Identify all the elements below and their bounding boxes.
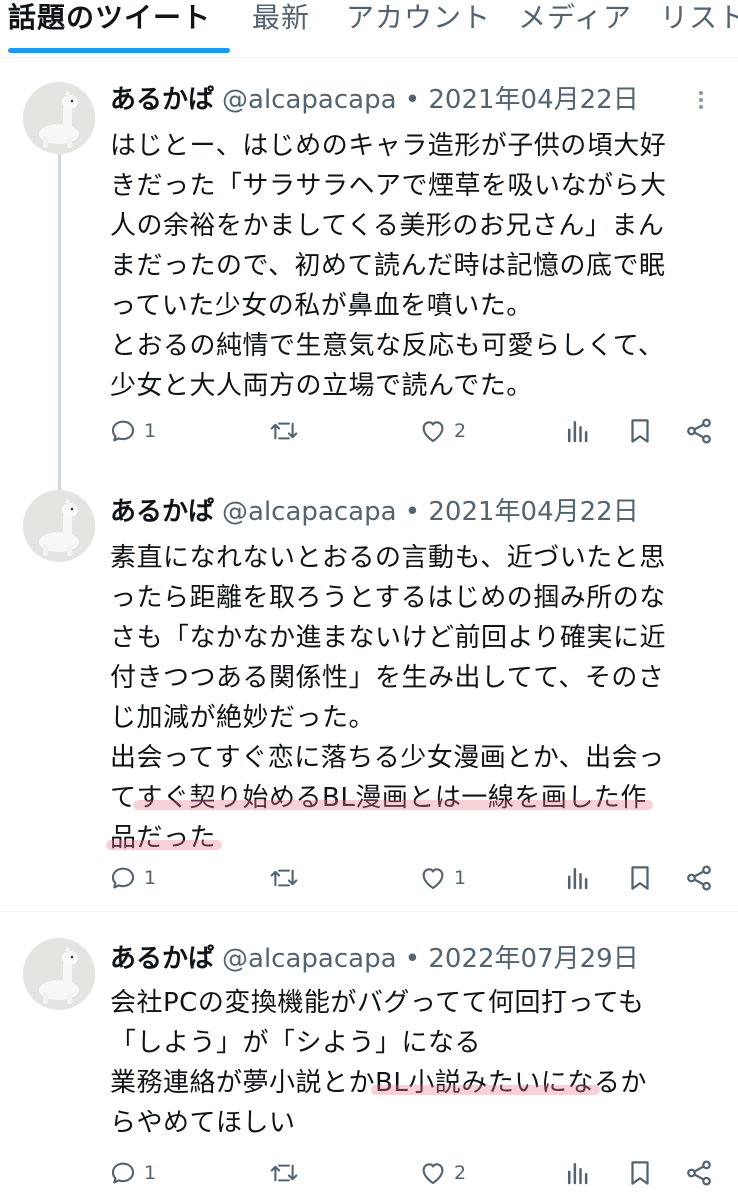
alpaca-avatar-image (23, 82, 95, 154)
like-count: 2 (454, 1162, 467, 1184)
views-button[interactable] (563, 415, 593, 447)
text-segment: るか (593, 1068, 647, 1098)
text-line: じ加減が絶妙だった。 (110, 703, 376, 733)
tweet-text: はじとー、はじめのキャラ造形が子供の頃大好 きだった「サラサラヘアで煙草を吸いな… (110, 126, 720, 406)
like-button[interactable]: 1 (418, 862, 466, 894)
text-line: さも「なかなか進まないけど前回より確実に近 (110, 623, 666, 653)
avatar[interactable] (23, 490, 95, 562)
retweet-button[interactable] (268, 415, 306, 447)
share-icon (687, 418, 711, 444)
heart-icon (422, 868, 444, 890)
share-icon (687, 865, 711, 891)
text-segment: 業務連絡が夢小説とか (110, 1068, 376, 1098)
tweet-header: あるかぱ @alcapacapa • 2021年04月22日 (110, 82, 639, 118)
text-line: とおるの純情で生意気な反応も可愛らしくて、 (110, 331, 665, 361)
tweet-text: 素直になれないとおるの言動も、近づいたと思 ったら距離を取ろうとするはじめの掴み… (110, 538, 720, 858)
text-line: 品だった (110, 818, 720, 858)
reply-count: 1 (144, 867, 157, 889)
more-icon[interactable] (694, 88, 708, 114)
reply-button[interactable]: 1 (108, 1157, 156, 1189)
reply-count: 1 (144, 420, 157, 442)
highlighted-text: 品だった (110, 823, 217, 853)
text-line: はじとー、はじめのキャラ造形が子供の頃大好 (110, 131, 667, 161)
share-button[interactable] (684, 415, 714, 447)
reply-count: 1 (144, 1162, 157, 1184)
text-line: 素直になれないとおるの言動も、近づいたと思 (110, 543, 666, 573)
text-line: きだった「サラサラヘアで煙草を吸いながら大 (110, 171, 667, 201)
heart-icon (422, 1163, 444, 1185)
heart-icon (422, 421, 444, 443)
tweet[interactable]: あるかぱ @alcapacapa • 2022年07月29日 会社PCの変換機能が… (0, 913, 738, 1200)
text-segment: て (110, 783, 137, 813)
like-count: 2 (454, 420, 467, 442)
text-line: まだったので、初めて読んだ時は記憶の底で眠 (110, 251, 666, 281)
bookmark-icon (631, 1161, 649, 1185)
text-line: 人の余裕をかましてくる美形のお兄さん」まん (110, 211, 665, 241)
highlighted-text: すぐ契り始めるBL漫画とは一線を画した作 (136, 783, 647, 813)
tab-media[interactable]: メディア (518, 0, 632, 38)
tweet-actions: 1 2 (108, 415, 718, 447)
handle-date[interactable]: @alcapacapa • 2021年04月22日 (222, 85, 639, 115)
share-icon (687, 1160, 711, 1186)
bookmark-icon (631, 866, 649, 890)
views-button[interactable] (563, 1157, 593, 1189)
tab-top[interactable]: 話題のツイート (8, 0, 211, 38)
display-name[interactable]: あるかぱ (110, 944, 214, 974)
handle-date[interactable]: @alcapacapa • 2021年04月22日 (222, 497, 639, 527)
text-line: てすぐ契り始めるBL漫画とは一線を画した作 (110, 778, 720, 818)
like-count: 1 (454, 867, 467, 889)
tweet[interactable]: あるかぱ @alcapacapa • 2021年04月22日 素直になれないとおる… (0, 470, 738, 912)
reply-button[interactable]: 1 (108, 862, 156, 894)
alpaca-avatar-image (23, 938, 95, 1010)
text-line: 業務連絡が夢小説とかBL小説みたいになるか (110, 1063, 720, 1103)
text-line: っていた少女の私が鼻血を噴いた。 (110, 291, 533, 321)
text-line: らやめてほしい (110, 1108, 296, 1138)
reply-button[interactable]: 1 (108, 415, 156, 447)
avatar[interactable] (23, 938, 95, 1010)
views-icon (568, 421, 588, 443)
tweet-text: 会社PCの変換機能がバグってて何回打っても 「しよう」が「シよう」になる 業務連… (110, 983, 720, 1143)
tab-latest[interactable]: 最新 (252, 0, 310, 38)
retweet-button[interactable] (268, 1157, 306, 1189)
text-line: ったら距離を取ろうとするはじめの掴み所のな (110, 583, 666, 613)
retweet-icon (270, 422, 298, 440)
tweet-header: あるかぱ @alcapacapa • 2022年07月29日 (110, 941, 639, 977)
text-line: 会社PCの変換機能がバグってて何回打っても (110, 988, 645, 1018)
reply-icon (111, 1162, 135, 1184)
text-line: 「しよう」が「シよう」になる (110, 1028, 482, 1058)
retweet-icon (270, 1164, 298, 1182)
like-button[interactable]: 2 (418, 1157, 466, 1189)
tab-accounts[interactable]: アカウント (346, 0, 491, 38)
bookmark-button[interactable] (625, 415, 655, 447)
tab-lists[interactable]: リスト (660, 0, 738, 38)
share-button[interactable] (684, 862, 714, 894)
display-name[interactable]: あるかぱ (110, 497, 214, 527)
tweet-actions: 1 1 (108, 862, 718, 894)
retweet-button[interactable] (268, 862, 306, 894)
bookmark-icon (631, 419, 649, 443)
reply-icon (111, 867, 135, 889)
bookmark-button[interactable] (625, 1157, 655, 1189)
display-name[interactable]: あるかぱ (110, 85, 214, 115)
bookmark-button[interactable] (625, 862, 655, 894)
highlighted-text: BL小説みたいにな (375, 1068, 594, 1098)
tweet[interactable]: あるかぱ @alcapacapa • 2021年04月22日 はじとー、はじめのキ… (0, 60, 738, 552)
tweet-header: あるかぱ @alcapacapa • 2021年04月22日 (110, 494, 639, 530)
like-button[interactable]: 2 (418, 415, 466, 447)
tweet-actions: 1 2 (108, 1157, 718, 1189)
views-icon (568, 1163, 588, 1185)
text-line: 出会ってすぐ恋に落ちる少女漫画とか、出会っ (110, 743, 665, 773)
avatar[interactable] (23, 82, 95, 154)
share-button[interactable] (684, 1157, 714, 1189)
search-tabs: 話題のツイート 最新 アカウント メディア リスト (0, 0, 738, 58)
text-line: 付きつつある関係性」を生み出してて、そのさ (110, 663, 665, 693)
handle-date[interactable]: @alcapacapa • 2022年07月29日 (222, 944, 639, 974)
reply-icon (111, 420, 135, 442)
text-line: 少女と大人両方の立場で読んでた。 (110, 371, 533, 401)
views-icon (568, 868, 588, 890)
active-tab-indicator (8, 48, 230, 53)
views-button[interactable] (563, 862, 593, 894)
retweet-icon (270, 869, 298, 887)
alpaca-avatar-image (23, 490, 95, 562)
